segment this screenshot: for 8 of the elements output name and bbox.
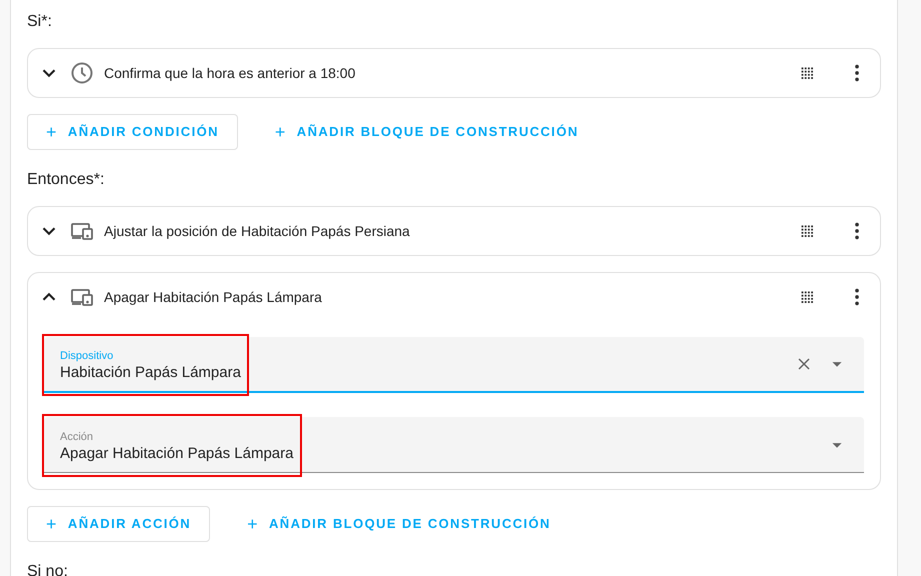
section-heading: Si*: xyxy=(27,12,53,32)
clock-icon xyxy=(70,61,94,85)
section-heading: Entonces*: xyxy=(27,170,106,190)
select-field[interactable]: Dispositivo Habitación Papás Lámpara xyxy=(44,337,864,393)
rule-title[interactable]: Apagar Habitación Papás Lámpara xyxy=(104,286,786,308)
rule-title[interactable]: Ajustar la posición de Habitación Papás Persiana xyxy=(104,220,786,242)
rule-title[interactable]: Confirma que la hora es anterior a 18:00 xyxy=(104,62,786,84)
section-heading: Si no: xyxy=(27,562,69,576)
